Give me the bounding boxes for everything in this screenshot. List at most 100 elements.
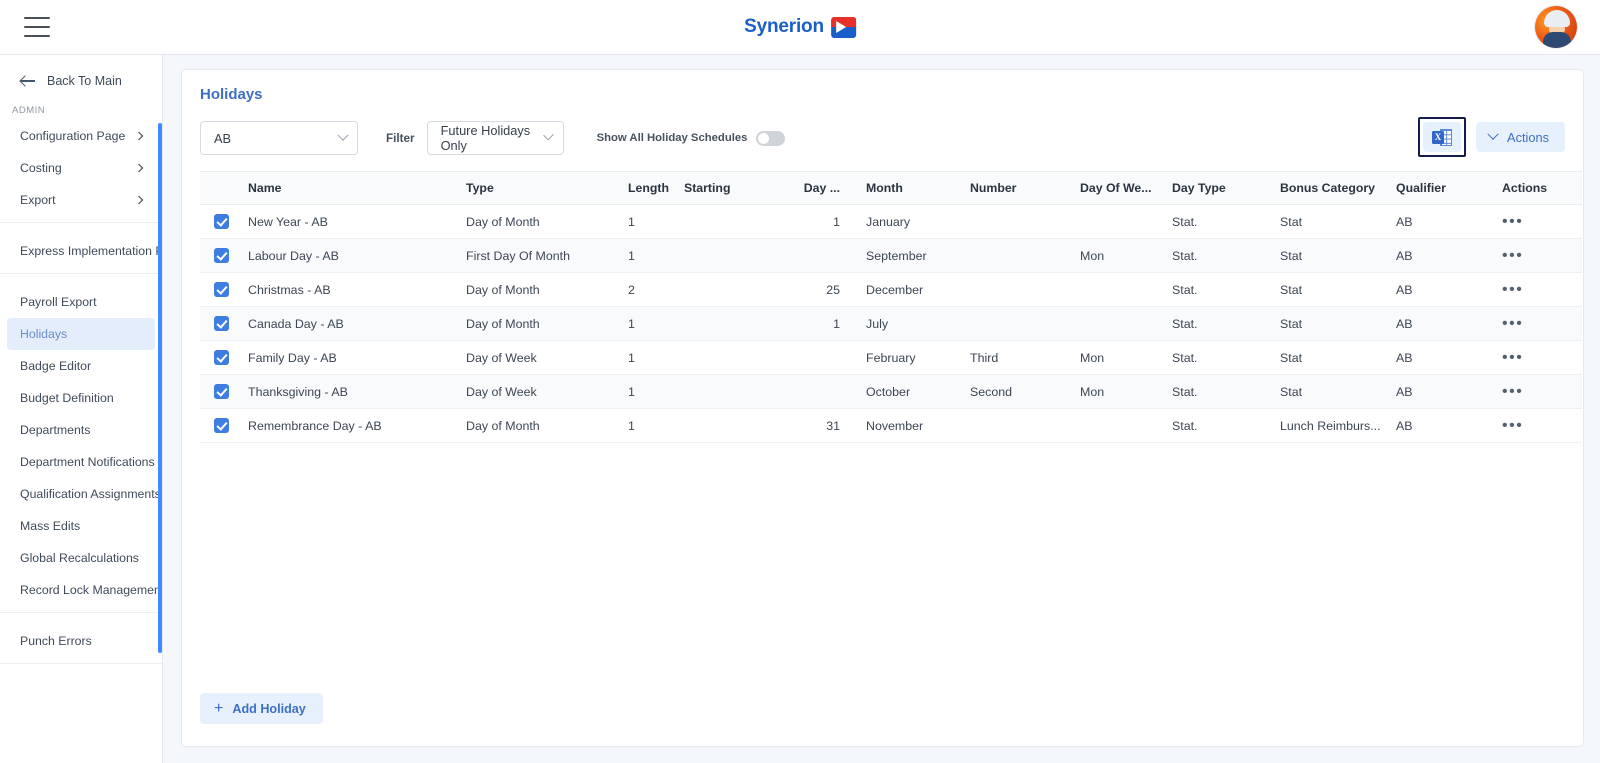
plus-icon: + [214,699,224,717]
sidebar-scrollbar[interactable] [158,123,162,653]
sidebar-item-payroll-export[interactable]: Payroll Export [0,286,162,318]
cell-bonus-category: Stat [1280,282,1303,297]
sidebar-item-qualification-assignments[interactable]: Qualification Assignments [0,478,162,510]
cell-name: Canada Day - AB [248,316,344,331]
column-header-month[interactable]: Month [866,172,970,205]
sidebar-item-costing[interactable]: Costing [0,152,162,184]
schedule-select[interactable]: AB [200,121,358,155]
table-row[interactable]: Family Day - AB Day of Week 1 February T… [200,341,1582,375]
chevron-down-icon [337,129,349,141]
excel-export-button[interactable]: X [1423,122,1462,152]
sidebar-item-department-notifications[interactable]: Department Notifications [0,446,162,478]
cell-day-type: Stat. [1172,214,1198,229]
table-row[interactable]: Thanksgiving - AB Day of Week 1 October … [200,374,1582,409]
back-to-main-button[interactable]: Back To Main [0,55,162,105]
column-header-length[interactable]: Length [628,172,684,205]
column-header-day-of-week[interactable]: Day Of We... [1080,172,1172,205]
table-row[interactable]: Christmas - AB Day of Month 2 25 Decembe… [200,273,1582,307]
row-actions-menu-icon[interactable]: ••• [1502,417,1523,434]
cell-number: Third [970,350,999,365]
logo-text: Synerion [744,16,824,37]
sidebar-group-express: Express Implementation P... [0,223,162,274]
row-checkbox[interactable] [214,282,229,297]
sidebar-item-configuration-page[interactable]: Configuration Page [0,120,162,152]
table-row[interactable]: Canada Day - AB Day of Month 1 1 July St… [200,306,1582,341]
sidebar-group-errors: Punch Errors [0,613,162,664]
table-row[interactable]: Remembrance Day - AB Day of Month 1 31 N… [200,409,1582,443]
sidebar-item-express-implementation[interactable]: Express Implementation P... [0,235,162,267]
cell-type: Day of Month [466,282,540,297]
column-header-day-type[interactable]: Day Type [1172,172,1280,205]
column-header-bonus-category[interactable]: Bonus Category [1280,172,1396,205]
cell-month: September [866,248,927,263]
show-all-schedules-toggle[interactable] [756,130,786,146]
excel-export-icon: X [1432,128,1453,146]
cell-bonus-category: Stat [1280,214,1303,229]
row-checkbox[interactable] [214,384,229,399]
column-header-starting[interactable]: Starting [684,172,794,205]
filter-select[interactable]: Future Holidays Only [426,121,564,155]
toolbar: AB Filter Future Holidays Only Show All … [200,117,1565,157]
cell-month: December [866,282,924,297]
cell-day-of-week [1080,273,1172,307]
sidebar-item-export[interactable]: Export [0,184,162,216]
table-row[interactable]: Labour Day - AB First Day Of Month 1 Sep… [200,238,1582,273]
top-header: Synerion [0,0,1600,55]
sidebar-item-global-recalculations[interactable]: Global Recalculations [0,542,162,574]
sidebar-item-label: Mass Edits [20,519,81,533]
row-actions-menu-icon[interactable]: ••• [1502,315,1523,332]
column-header-name[interactable]: Name [248,172,466,205]
sidebar-item-budget-definition[interactable]: Budget Definition [0,382,162,414]
cell-length: 1 [628,418,635,433]
cell-length: 1 [628,384,635,399]
cell-starting [684,409,794,443]
cell-bonus-category: Stat [1280,248,1303,263]
cell-name: New Year - AB [248,214,328,229]
hamburger-icon[interactable] [24,17,50,37]
column-header-select [200,172,248,205]
row-checkbox-cell [200,409,248,443]
sidebar-item-holidays[interactable]: Holidays [7,318,155,350]
sidebar-item-label: Costing [20,161,62,175]
row-checkbox[interactable] [214,316,229,331]
cell-day-type: Stat. [1172,418,1198,433]
column-header-number[interactable]: Number [970,172,1080,205]
column-header-day[interactable]: Day ... [794,172,866,205]
sidebar-item-mass-edits[interactable]: Mass Edits [0,510,162,542]
sidebar-item-departments[interactable]: Departments [0,414,162,446]
row-actions-menu-icon[interactable]: ••• [1502,349,1523,366]
avatar[interactable] [1534,5,1578,49]
row-checkbox[interactable] [214,214,229,229]
cell-month: February [866,350,916,365]
table-row[interactable]: New Year - AB Day of Month 1 1 January S… [200,205,1582,239]
column-header-type[interactable]: Type [466,172,628,205]
actions-button[interactable]: Actions [1476,122,1565,152]
table-header-row: Name Type Length Starting Day ... Month … [200,171,1582,205]
add-holiday-label: Add Holiday [232,701,306,716]
add-holiday-button[interactable]: + Add Holiday [200,693,323,724]
sidebar-item-label: Global Recalculations [20,551,139,565]
row-actions-menu-icon[interactable]: ••• [1502,281,1523,298]
row-actions-menu-icon[interactable]: ••• [1502,213,1523,230]
row-checkbox[interactable] [214,350,229,365]
row-checkbox[interactable] [214,248,229,263]
column-header-qualifier[interactable]: Qualifier [1396,172,1502,205]
sidebar-item-label: Express Implementation P... [20,244,163,258]
sidebar-item-record-lock-management[interactable]: Record Lock Management [0,574,162,606]
cell-day [794,239,866,273]
row-checkbox[interactable] [214,418,229,433]
cell-qualifier: AB [1396,214,1413,229]
row-checkbox-cell [200,375,248,409]
cell-length: 1 [628,248,635,263]
sidebar-item-badge-editor[interactable]: Badge Editor [0,350,162,382]
cell-name: Christmas - AB [248,282,331,297]
cell-qualifier: AB [1396,384,1413,399]
row-checkbox-cell [200,239,248,273]
row-actions-menu-icon[interactable]: ••• [1502,247,1523,264]
sidebar-item-punch-errors[interactable]: Punch Errors [0,625,162,657]
sidebar-item-label: Record Lock Management [20,583,163,597]
cell-day-type: Stat. [1172,248,1198,263]
row-actions-menu-icon[interactable]: ••• [1502,383,1523,400]
schedule-select-value: AB [214,130,232,146]
cell-month: July [866,316,889,331]
